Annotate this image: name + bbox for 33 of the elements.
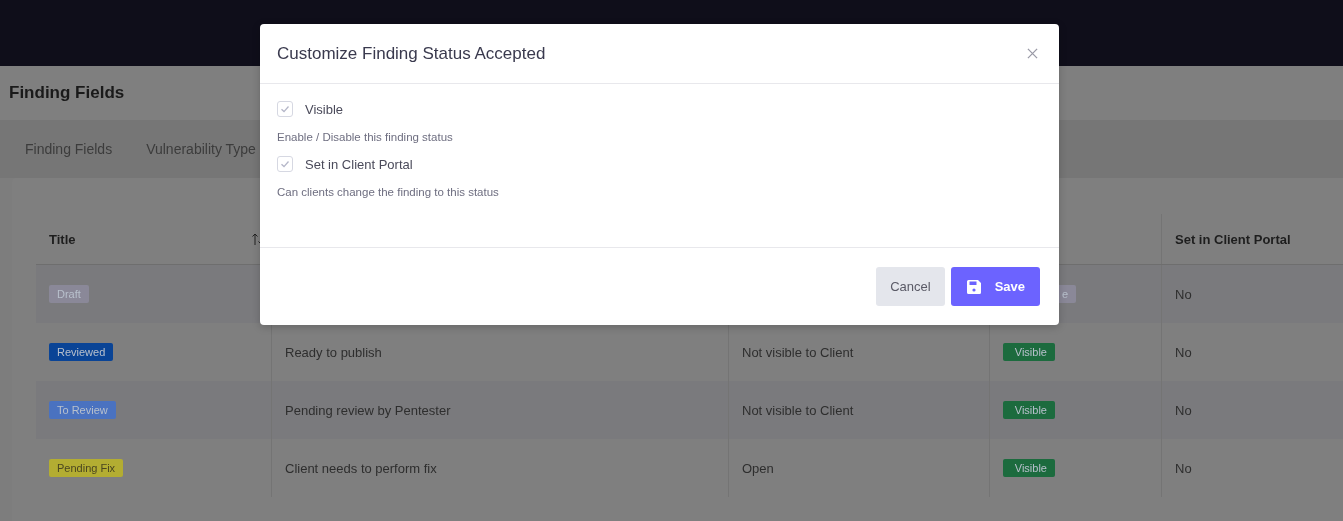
help-text: Enable / Disable this finding status (277, 131, 454, 143)
status-tag: To Review (49, 401, 116, 419)
check-icon (279, 158, 291, 170)
table-cell: No (1175, 460, 1192, 476)
table-cell: No (1175, 402, 1192, 418)
checkbox[interactable] (277, 156, 293, 172)
table-cell: No (1175, 344, 1192, 360)
table-cell: Client needs to perform fix (285, 460, 437, 476)
checkbox-label: Visible (305, 101, 344, 117)
tab[interactable]: Finding Fields (25, 141, 113, 157)
table-cell: Not visible to Client (742, 344, 854, 360)
column-header[interactable]: Set in Client Portal (1175, 231, 1291, 247)
status-tag: Pending Fix (49, 459, 124, 477)
table-cell: Not visible to Client (742, 402, 854, 418)
close-icon[interactable] (1027, 48, 1038, 59)
tab[interactable]: Vulnerability Type (146, 141, 256, 157)
checkbox[interactable] (277, 101, 293, 117)
visibility-tag: Visible (1003, 401, 1055, 419)
save-button[interactable]: Save (950, 267, 1040, 306)
table-cell: No (1175, 286, 1192, 302)
table-cell: Pending review by Pentester (285, 402, 451, 418)
checkbox-label: Set in Client Portal (305, 156, 413, 172)
cancel-button[interactable]: Cancel (876, 267, 945, 306)
visibility-tag: Visible (1003, 343, 1055, 361)
table-cell: Ready to publish (285, 344, 382, 360)
page-title: Finding Fields (9, 83, 125, 103)
help-text: Can clients change the finding to this status (277, 186, 500, 198)
status-tag: Reviewed (49, 343, 114, 361)
check-icon (279, 103, 291, 115)
visibility-tag: Visible (1003, 459, 1055, 477)
modal-title: Customize Finding Status Accepted (277, 43, 546, 64)
column-header[interactable]: Title (49, 231, 76, 247)
table-cell: Open (742, 460, 774, 476)
